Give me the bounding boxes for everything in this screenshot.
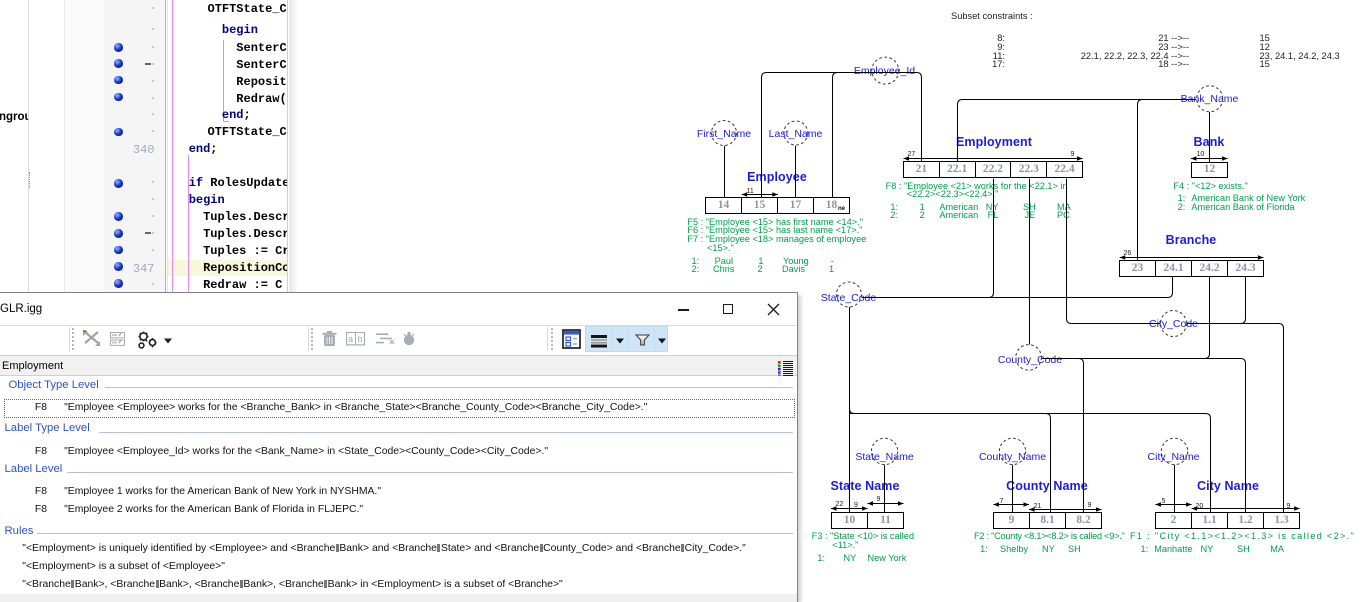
svg-text:b: b: [358, 334, 363, 344]
svg-text:a: a: [348, 334, 353, 344]
